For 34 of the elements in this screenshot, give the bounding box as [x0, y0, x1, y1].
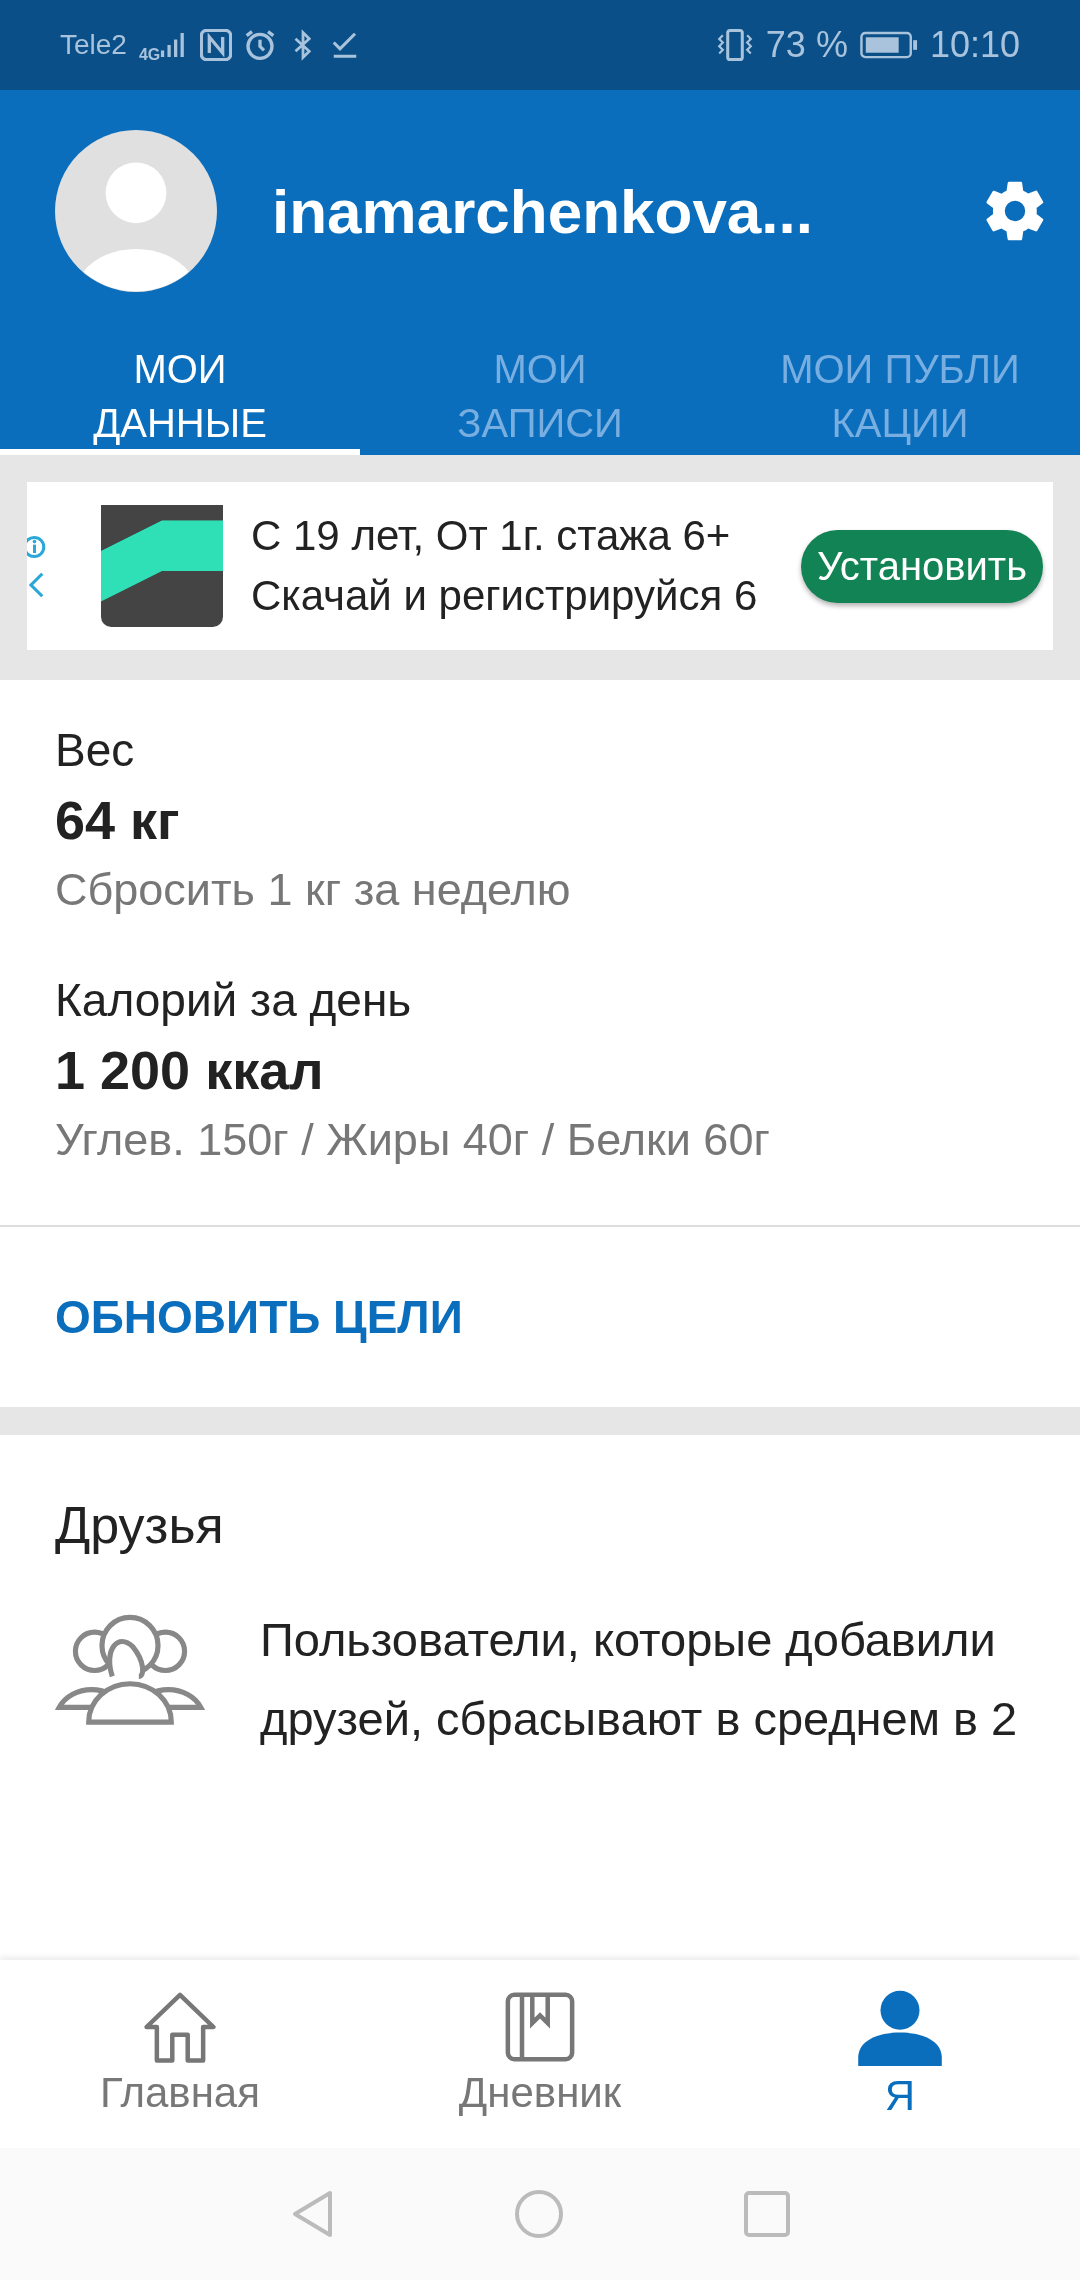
carrier-name: Tele2 [60, 29, 127, 61]
clock: 10:10 [929, 24, 1020, 66]
home-button-icon[interactable] [514, 2189, 564, 2239]
friends-title: Друзья [55, 1495, 225, 1556]
back-icon[interactable] [27, 570, 45, 600]
goal-label: Вес [55, 723, 136, 778]
ad-text: Скачай и регистрируйся 6 [251, 571, 759, 621]
vibrate-icon [715, 28, 754, 62]
update-goals-button[interactable]: ОБНОВИТЬ ЦЕЛИ [55, 1290, 463, 1344]
nav-item[interactable]: Я [720, 1960, 1080, 2148]
app-logo-icon [101, 505, 223, 627]
book-icon [504, 1991, 576, 2063]
nfc-icon [200, 29, 233, 61]
ad-banner[interactable]: С 19 лет, От 1г. стажа 6+ Скачай и регистрируйся 6 Установить [27, 482, 1053, 650]
friends-text: Пользователи, которые добавили друзей, сбрасывают в среднем в 2 [260, 1612, 1019, 1747]
goal-value: 64 кг [55, 789, 181, 852]
ad-text: С 19 лет, От 1г. стажа 6+ [251, 511, 732, 561]
tab[interactable]: МОИ ДАННЫЕ [0, 332, 360, 455]
nav-item[interactable]: Главная [0, 1960, 360, 2148]
nav-item[interactable]: Дневник [360, 1960, 720, 2148]
recents-icon[interactable] [744, 2191, 790, 2237]
goal-value: 1 200 ккал [55, 1039, 325, 1102]
person-icon [858, 1988, 942, 2066]
avatar[interactable] [55, 130, 217, 292]
goal-detail: Сбросить 1 кг за неделю [55, 863, 572, 917]
install-button[interactable]: Установить [801, 529, 1043, 603]
goal-label: Калорий за день [55, 973, 413, 1028]
battery-icon [859, 31, 918, 59]
network-type: 4G [138, 46, 161, 64]
username: inamarchenkova... [272, 175, 815, 247]
goal-detail: Углев. 150г / Жиры 40г / Белки 60г [55, 1113, 771, 1167]
alarm-icon [244, 29, 277, 61]
back-icon[interactable] [290, 2189, 334, 2239]
battery-percent: 73 % [765, 24, 848, 66]
